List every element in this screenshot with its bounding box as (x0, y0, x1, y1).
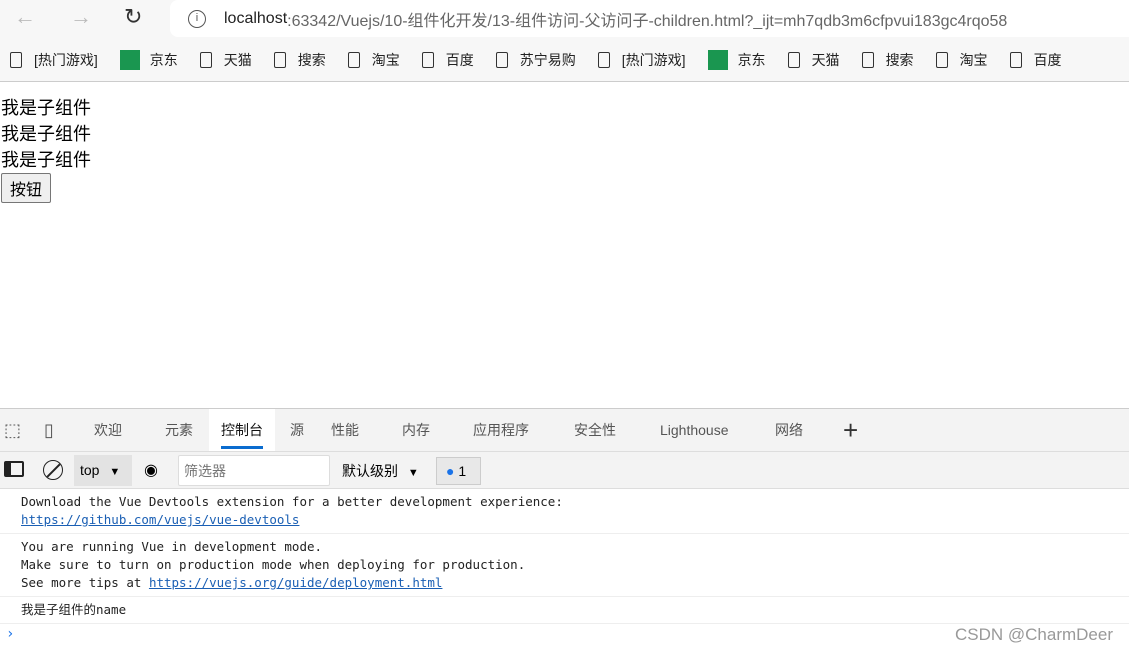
page-icon (861, 51, 874, 68)
bookmark-item[interactable]: [热门游戏] (597, 50, 686, 70)
console-log: Download the Vue Devtools extension for … (0, 489, 1129, 644)
bookmark-label: 苏宁易购 (519, 51, 576, 68)
log-link[interactable]: https://vuejs.org/guide/deployment.html (149, 575, 443, 590)
eye-icon[interactable]: ◉ (144, 460, 158, 480)
back-icon[interactable]: ← (14, 4, 36, 30)
log-text: You are running Vue in development mode. (21, 539, 323, 554)
page-icon (935, 51, 948, 68)
add-tab-icon[interactable]: + (843, 409, 858, 451)
url-path: :63342/Vuejs/10-组件化开发/13-组件访问-父访问子-child… (287, 12, 1008, 30)
page-button[interactable]: 按钮 (1, 173, 52, 203)
log-link[interactable]: https://github.com/vuejs/vue-devtools (21, 512, 299, 527)
device-toggle-icon[interactable]: ▯ (44, 409, 54, 451)
url-host: localhost (224, 9, 288, 27)
log-level-value: 默认级别 (342, 463, 398, 479)
bookmark-label: 搜索 (297, 51, 326, 68)
page-content: 我是子组件 我是子组件 我是子组件 按钮 (1, 95, 91, 203)
page-icon (347, 51, 360, 68)
page-icon (273, 51, 286, 68)
log-entry: Download the Vue Devtools extension for … (0, 489, 1129, 534)
bookmark-label: [热门游戏] (621, 51, 686, 68)
tab-application[interactable]: 应用程序 (473, 409, 529, 451)
jd-logo-icon (119, 49, 140, 70)
address-bar[interactable]: i localhost:63342/Vuejs/10-组件化开发/13-组件访问… (170, 0, 1129, 37)
tab-sources[interactable]: 源 (290, 409, 304, 451)
bookmark-item[interactable]: 京东 (707, 49, 766, 70)
tab-lighthouse[interactable]: Lighthouse (660, 409, 729, 451)
tab-security[interactable]: 安全性 (574, 409, 616, 451)
context-select[interactable]: top ▼ (74, 455, 132, 486)
dropdown-arrow-icon: ▼ (407, 467, 419, 479)
page-icon (10, 51, 22, 68)
bookmark-item[interactable]: 苏宁易购 (495, 50, 576, 70)
log-text: See more tips at (21, 575, 149, 590)
bookmark-item[interactable]: [热门游戏] (10, 50, 98, 70)
child-component: 我是子组件 (1, 150, 91, 170)
bookmark-item[interactable]: 京东 (119, 49, 178, 70)
log-entry: 我是子组件的name (0, 597, 1129, 624)
child-component: 我是子组件 (1, 98, 91, 118)
tab-elements[interactable]: 元素 (165, 409, 193, 451)
messages-badge[interactable]: ● 1 (436, 457, 481, 485)
bookmark-label: 百度 (445, 51, 474, 68)
bookmark-label: 淘宝 (371, 51, 400, 68)
clear-console-icon[interactable] (43, 460, 63, 480)
bookmark-item[interactable]: 淘宝 (347, 50, 400, 70)
console-toolbar: top ▼ ◉ 默认级别 ▼ ● 1 (0, 451, 1129, 489)
bookmark-label: 京东 (737, 51, 766, 68)
devtools: ⬚ ▯ 欢迎 元素 控制台 源 性能 内存 应用程序 安全性 Lighthous… (0, 408, 1129, 653)
bookmarks-bar: [热门游戏] 京东 天猫 搜索 淘宝 百度 苏宁易购 [热门游戏] 京东 天猫 搜索 淘宝 百度 (0, 38, 1129, 82)
log-text: Make sure to turn on production mode whe… (21, 557, 526, 572)
bookmark-label: 天猫 (223, 51, 252, 68)
tab-welcome[interactable]: 欢迎 (94, 409, 122, 451)
tab-console[interactable]: 控制台 (209, 409, 275, 451)
dropdown-arrow-icon: ▼ (109, 466, 121, 478)
watermark: CSDN @CharmDeer (954, 625, 1113, 644)
inspect-icon[interactable]: ⬚ (4, 409, 21, 451)
jd-logo-icon (707, 49, 728, 70)
filter-input[interactable] (178, 455, 330, 486)
reload-icon[interactable]: ↻ (124, 4, 142, 30)
bookmark-label: 淘宝 (959, 51, 988, 68)
forward-icon[interactable]: → (70, 4, 92, 30)
tab-memory[interactable]: 内存 (402, 409, 430, 451)
bookmark-item[interactable]: 百度 (1009, 50, 1062, 70)
bookmark-item[interactable]: 淘宝 (935, 50, 988, 70)
page-icon (421, 51, 434, 68)
bookmark-label: 百度 (1033, 51, 1062, 68)
page-icon (199, 51, 212, 68)
info-icon: i (188, 9, 206, 28)
log-level-select[interactable]: 默认级别 ▼ (342, 461, 419, 481)
browser-toolbar: ← → ↻ i localhost:63342/Vuejs/10-组件化开发/1… (0, 0, 1129, 38)
bookmark-label: 搜索 (885, 51, 914, 68)
child-component: 我是子组件 (1, 124, 91, 144)
log-text: Download the Vue Devtools extension for … (21, 494, 563, 509)
devtools-tabs: ⬚ ▯ 欢迎 元素 控制台 源 性能 内存 应用程序 安全性 Lighthous… (0, 409, 1129, 451)
sidebar-toggle-icon[interactable] (4, 461, 24, 477)
bookmark-label: 天猫 (811, 51, 840, 68)
page-icon (1009, 51, 1022, 68)
log-entry: You are running Vue in development mode.… (0, 534, 1129, 597)
bookmark-label: [热门游戏] (34, 51, 98, 68)
page-icon (787, 51, 800, 68)
tab-network[interactable]: 网络 (775, 409, 803, 451)
message-count: 1 (458, 463, 467, 479)
context-value: top (80, 462, 100, 478)
bookmark-item[interactable]: 百度 (421, 50, 474, 70)
page-icon (597, 51, 610, 68)
page-icon (495, 51, 508, 68)
bookmark-label: 京东 (149, 51, 178, 68)
bookmark-item[interactable]: 搜索 (861, 50, 914, 70)
bookmark-item[interactable]: 天猫 (787, 50, 840, 70)
tab-performance[interactable]: 性能 (331, 409, 359, 451)
bookmark-item[interactable]: 搜索 (273, 50, 326, 70)
bookmark-item[interactable]: 天猫 (199, 50, 252, 70)
message-icon: ● (446, 463, 455, 479)
